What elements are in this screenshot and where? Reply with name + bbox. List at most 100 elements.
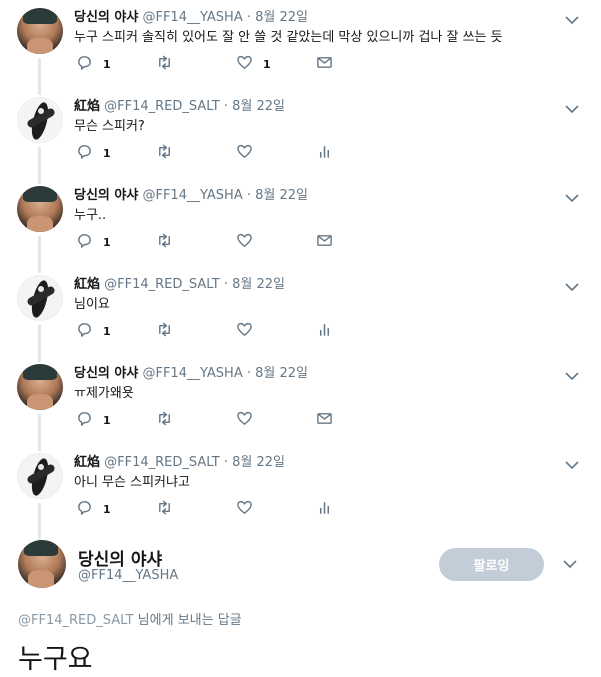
chevron-down-icon[interactable] xyxy=(563,559,577,569)
retweet-icon xyxy=(156,499,173,519)
retweet-button[interactable] xyxy=(156,322,183,340)
main-tweet-header: 당신의 야샤 @FF14__YASHA 팔로잉 xyxy=(0,535,601,597)
heart-icon xyxy=(236,499,253,519)
chevron-down-icon[interactable] xyxy=(565,455,579,470)
retweet-button[interactable] xyxy=(156,233,183,251)
analytics-icon xyxy=(316,321,333,341)
reply-button[interactable]: 1 xyxy=(76,500,111,518)
retweet-icon xyxy=(156,143,173,163)
like-button[interactable] xyxy=(236,144,263,162)
reply-button[interactable]: 1 xyxy=(76,322,111,340)
retweet-icon xyxy=(156,232,173,252)
separator-dot: · xyxy=(223,277,228,292)
tweet-date[interactable]: 8월 22일 xyxy=(255,366,308,381)
tweet[interactable]: 紅焰 @FF14_RED_SALT · 8월 22일님이요 1 xyxy=(0,267,601,362)
tweet[interactable]: 紅焰 @FF14_RED_SALT · 8월 22일 무슨 스피커? 1 xyxy=(0,89,601,184)
tweet[interactable]: 당신의 야샤 @FF14__YASHA · 8월 22일 ㅠ제가왜욧 1 xyxy=(0,356,601,451)
mail-icon xyxy=(316,410,333,430)
chevron-down-icon[interactable] xyxy=(565,188,579,203)
analytics-button[interactable] xyxy=(316,322,333,340)
direct-message-button[interactable] xyxy=(316,411,333,429)
retweet-icon xyxy=(156,54,173,74)
replying-to-handle[interactable]: @FF14_RED_SALT xyxy=(18,613,134,628)
heart-icon xyxy=(236,410,253,430)
reply-button[interactable]: 1 xyxy=(76,411,111,429)
like-count: 1 xyxy=(263,57,271,71)
reply-count: 1 xyxy=(103,413,111,427)
following-button[interactable]: 팔로잉 xyxy=(439,548,544,581)
tweet-actions: 11 xyxy=(76,55,376,75)
reply-count: 1 xyxy=(103,324,111,338)
user-handle[interactable]: @FF14__YASHA xyxy=(78,568,178,583)
heart-icon xyxy=(236,54,253,74)
tweet-date[interactable]: 8월 22일 xyxy=(232,99,285,114)
display-name[interactable]: 당신의 야샤 xyxy=(74,188,138,203)
avatar[interactable] xyxy=(18,540,66,588)
separator-dot: · xyxy=(246,10,251,25)
heart-icon xyxy=(236,321,253,341)
reply-button[interactable]: 1 xyxy=(76,144,111,162)
like-button[interactable] xyxy=(236,411,263,429)
avatar[interactable] xyxy=(17,275,63,321)
avatar[interactable] xyxy=(17,97,63,143)
display-name[interactable]: 당신의 야샤 xyxy=(74,366,138,381)
tweet-text: 누구.. xyxy=(74,208,107,223)
reply-icon xyxy=(76,410,93,430)
retweet-button[interactable] xyxy=(156,500,183,518)
conversation-thread: 당신의 야샤 @FF14__YASHA · 8월 22일 누구 스피커 솔직히 있… xyxy=(0,0,601,540)
direct-message-button[interactable] xyxy=(316,55,333,73)
reply-count: 1 xyxy=(103,235,111,249)
separator-dot: · xyxy=(246,366,251,381)
tweet-date[interactable]: 8월 22일 xyxy=(232,277,285,292)
display-name[interactable]: 紅焰 xyxy=(74,455,100,470)
reply-button[interactable]: 1 xyxy=(76,233,111,251)
tweet-date[interactable]: 8월 22일 xyxy=(232,455,285,470)
display-name[interactable]: 당신의 야샤 xyxy=(78,545,162,570)
reply-button[interactable]: 1 xyxy=(76,55,111,73)
tweet-header: 당신의 야샤 @FF14__YASHA · 8월 22일 xyxy=(74,6,308,25)
like-button[interactable] xyxy=(236,322,263,340)
replying-to: @FF14_RED_SALT 님에게 보내는 답글 xyxy=(18,609,242,628)
avatar[interactable] xyxy=(17,8,63,54)
tweet-date[interactable]: 8월 22일 xyxy=(255,10,308,25)
analytics-button[interactable] xyxy=(316,500,333,518)
reply-icon xyxy=(76,321,93,341)
avatar[interactable] xyxy=(17,453,63,499)
like-button[interactable] xyxy=(236,500,263,518)
tweet-text: ㅠ제가왜욧 xyxy=(74,386,134,401)
user-handle[interactable]: @FF14_RED_SALT xyxy=(104,455,220,470)
tweet-actions: 1 xyxy=(76,144,376,164)
retweet-button[interactable] xyxy=(156,411,183,429)
chevron-down-icon[interactable] xyxy=(565,366,579,381)
tweet[interactable]: 당신의 야샤 @FF14__YASHA · 8월 22일 누구 스피커 솔직히 있… xyxy=(0,0,601,95)
user-handle[interactable]: @FF14__YASHA xyxy=(142,10,242,25)
user-handle[interactable]: @FF14_RED_SALT xyxy=(104,277,220,292)
tweet-header: 紅焰 @FF14_RED_SALT · 8월 22일 xyxy=(74,95,285,114)
chevron-down-icon[interactable] xyxy=(565,277,579,292)
tweet-actions: 1 xyxy=(76,411,376,431)
tweet-text: 님이요 xyxy=(74,297,110,312)
retweet-button[interactable] xyxy=(156,55,183,73)
tweet-date[interactable]: 8월 22일 xyxy=(255,188,308,203)
analytics-button[interactable] xyxy=(316,144,333,162)
user-handle[interactable]: @FF14__YASHA xyxy=(142,366,242,381)
display-name[interactable]: 紅焰 xyxy=(74,277,100,292)
chevron-down-icon[interactable] xyxy=(565,10,579,25)
heart-icon xyxy=(236,232,253,252)
tweet[interactable]: 紅焰 @FF14_RED_SALT · 8월 22일 아니 무슨 스피커냐고 1 xyxy=(0,445,601,540)
chevron-down-icon[interactable] xyxy=(565,99,579,114)
like-button[interactable]: 1 xyxy=(236,55,271,73)
retweet-button[interactable] xyxy=(156,144,183,162)
user-handle[interactable]: @FF14__YASHA xyxy=(142,188,242,203)
avatar[interactable] xyxy=(17,186,63,232)
display-name[interactable]: 紅焰 xyxy=(74,99,100,114)
like-button[interactable] xyxy=(236,233,263,251)
direct-message-button[interactable] xyxy=(316,233,333,251)
tweet[interactable]: 당신의 야샤 @FF14__YASHA · 8월 22일 누구.. 1 xyxy=(0,178,601,273)
tweet-actions: 1 xyxy=(76,500,376,520)
reply-count: 1 xyxy=(103,57,111,71)
replying-to-suffix: 님에게 보내는 답글 xyxy=(133,613,242,628)
display-name[interactable]: 당신의 야샤 xyxy=(74,10,138,25)
user-handle[interactable]: @FF14_RED_SALT xyxy=(104,99,220,114)
avatar[interactable] xyxy=(17,364,63,410)
